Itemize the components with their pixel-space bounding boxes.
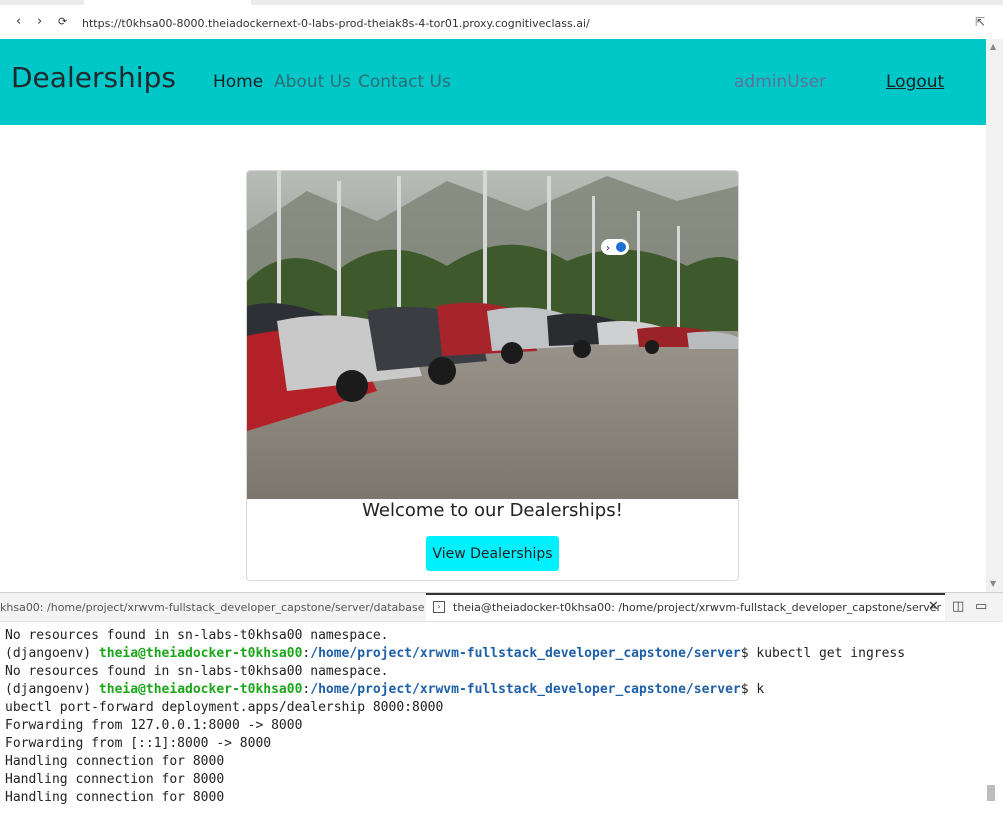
terminal-line: Forwarding from 127.0.0.1:8000 -> 8000: [5, 717, 905, 735]
preview-frame: Dealerships Home About Us Contact Us adm…: [0, 39, 986, 592]
scroll-up-icon[interactable]: ▲: [990, 42, 996, 51]
password-manager-icon[interactable]: ›: [601, 239, 629, 255]
terminal-line: (djangoenv) theia@theiadocker-t0khsa00:/…: [5, 645, 905, 663]
terminal-line-text: Handling connection for 8000: [5, 754, 225, 769]
prompt-env: (djangoenv): [5, 682, 99, 697]
dealership-lot-photo: ›: [247, 171, 738, 499]
terminal-line: Forwarding from [::1]:8000 -> 8000: [5, 735, 905, 753]
site-header: Dealerships Home About Us Contact Us adm…: [0, 39, 986, 125]
terminal-line: No resources found in sn-labs-t0khsa00 n…: [5, 627, 905, 645]
active-tab-indicator: [84, 0, 251, 5]
terminal-output[interactable]: No resources found in sn-labs-t0khsa00 n…: [5, 627, 905, 807]
preview-scrollbar[interactable]: ▲ ▼: [986, 39, 1003, 592]
maximize-panel-icon[interactable]: ▭: [975, 599, 987, 614]
nav-home[interactable]: Home: [213, 72, 263, 92]
prompt-path: /home/project/xrwvm-fullstack_developer_…: [310, 682, 741, 697]
nav-contact-us[interactable]: Contact Us: [358, 72, 451, 92]
logout-link[interactable]: Logout: [886, 72, 944, 92]
terminal-line-text: Forwarding from 127.0.0.1:8000 -> 8000: [5, 718, 303, 733]
terminal-scrollbar-thumb[interactable]: [987, 785, 995, 801]
terminal-line-text: Handling connection for 8000: [5, 790, 225, 805]
terminal-line: No resources found in sn-labs-t0khsa00 n…: [5, 663, 905, 681]
terminal-line-text: No resources found in sn-labs-t0khsa00 n…: [5, 664, 389, 679]
prompt-user: theia@theiadocker-t0khsa00: [98, 682, 303, 697]
open-external-icon[interactable]: ⇱: [975, 15, 985, 29]
terminal-tab-server[interactable]: › theia@theiadocker-t0khsa00: /home/proj…: [426, 593, 945, 621]
terminal-tab-label: theia@theiadocker-t0khsa00: /home/projec…: [453, 601, 942, 614]
welcome-text: Welcome to our Dealerships!: [362, 500, 623, 521]
prompt-path: /home/project/xrwvm-fullstack_developer_…: [310, 646, 741, 661]
username-label: adminUser: [734, 72, 827, 92]
terminal-line: ubectl port-forward deployment.apps/deal…: [5, 699, 905, 717]
forward-icon[interactable]: ›: [37, 14, 42, 29]
prompt-command: $ kubectl get ingress: [740, 646, 906, 661]
terminal-line: (djangoenv) theia@theiadocker-t0khsa00:/…: [5, 681, 905, 699]
prompt-user: theia@theiadocker-t0khsa00: [98, 646, 303, 661]
scroll-down-icon[interactable]: ▼: [990, 579, 996, 588]
terminal-line-text: Forwarding from [::1]:8000 -> 8000: [5, 736, 272, 751]
welcome-card: › Welcome to our Dealerships! View Deale…: [246, 170, 739, 581]
terminal-line: Handling connection for 8000: [5, 771, 905, 789]
prompt-env: (djangoenv): [5, 646, 99, 661]
split-terminal-icon[interactable]: ◫: [952, 599, 964, 614]
terminal-icon: ›: [433, 601, 445, 613]
terminal-line: Handling connection for 8000: [5, 753, 905, 771]
terminal-tab-database[interactable]: khsa00: /home/project/xrwvm-fullstack_de…: [0, 601, 424, 614]
url-field[interactable]: https://t0khsa00-8000.theiadockernext-0-…: [82, 17, 590, 30]
terminal-line-text: ubectl port-forward deployment.apps/deal…: [5, 700, 444, 715]
back-icon[interactable]: ‹: [16, 14, 21, 29]
close-icon[interactable]: ✕: [928, 599, 939, 614]
terminal-line: Handling connection for 8000: [5, 789, 905, 807]
reload-icon[interactable]: ⟳: [58, 15, 67, 28]
terminal-line-text: No resources found in sn-labs-t0khsa00 n…: [5, 628, 389, 643]
terminal-tab-bar: khsa00: /home/project/xrwvm-fullstack_de…: [0, 593, 1003, 622]
svg-text:›: ›: [606, 243, 610, 254]
terminal-panel: khsa00: /home/project/xrwvm-fullstack_de…: [0, 592, 1003, 833]
terminal-line-text: Handling connection for 8000: [5, 772, 225, 787]
site-brand[interactable]: Dealerships: [11, 61, 176, 94]
address-bar: ‹ › ⟳ https://t0khsa00-8000.theiadockern…: [0, 0, 1003, 39]
prompt-command: $ k: [740, 682, 765, 697]
nav-about-us[interactable]: About Us: [274, 72, 351, 92]
view-dealerships-button[interactable]: View Dealerships: [426, 536, 559, 571]
